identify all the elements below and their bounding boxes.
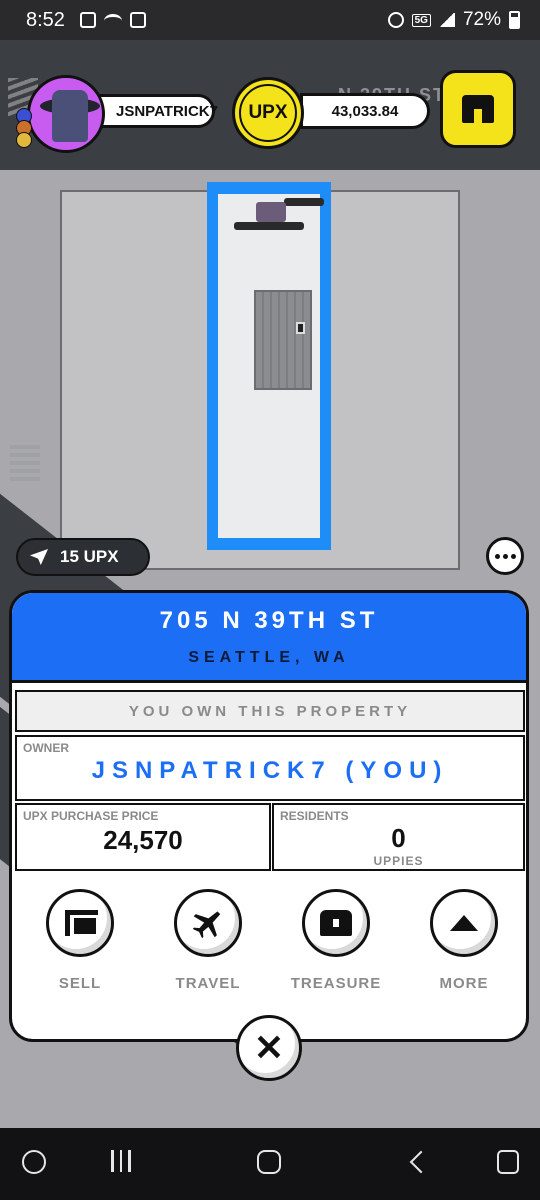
avatar-figure [52, 90, 88, 142]
upx-coin-label: UPX [239, 84, 297, 142]
dot-icon [494, 553, 500, 559]
recents-button[interactable] [108, 1150, 134, 1176]
upx-balance: 43,033.84 [331, 102, 399, 120]
assistant-icon[interactable] [497, 1150, 519, 1174]
gallery-icon [80, 12, 96, 28]
property-actions: SELL TRAVEL TREASURE MORE [12, 889, 526, 999]
travel-fee-value: 15 UPX [60, 547, 119, 566]
travel-fee-pill[interactable]: 15 UPX [16, 538, 150, 576]
dot-icon [510, 553, 516, 559]
parcel-decoration [256, 202, 286, 222]
travel-button[interactable]: TRAVEL [158, 889, 258, 992]
airplane-icon [187, 902, 229, 944]
signal-icon [438, 13, 455, 27]
residents-section: RESIDENTS 0 UPPIES [272, 803, 525, 871]
wifi-icon [104, 14, 122, 28]
more-button[interactable]: MORE [414, 889, 514, 992]
more-label: MORE [439, 975, 489, 992]
status-system: 5G 72% [387, 9, 520, 31]
close-icon: ✕ [253, 1027, 285, 1068]
badge-icon [16, 132, 32, 148]
travel-label: TRAVEL [175, 975, 241, 992]
property-header: 705 N 39TH ST SEATTLE, WA [12, 593, 526, 683]
parcel-decoration [284, 198, 324, 206]
shop-button[interactable] [440, 70, 516, 148]
property-city: SEATTLE, WA [188, 649, 350, 666]
sell-icon-circle[interactable] [46, 889, 114, 957]
treasure-chest-icon [320, 910, 352, 936]
more-icon-circle[interactable] [430, 889, 498, 957]
treasure-button[interactable]: TREASURE [286, 889, 386, 992]
selected-property-parcel[interactable] [207, 182, 331, 550]
purchase-price-label: UPX PURCHASE PRICE [23, 809, 159, 823]
game-launcher-icon[interactable] [22, 1150, 46, 1174]
owner-section: OWNER JSNPATRICK7 (YOU) [15, 735, 525, 801]
recents-line [119, 1150, 123, 1172]
parcel-decoration [234, 222, 304, 230]
parcel-interior [218, 194, 324, 538]
building-structure [254, 290, 312, 390]
status-notifications [80, 12, 146, 28]
send-icon [30, 549, 48, 565]
crosswalk [10, 445, 40, 485]
upx-coin-button[interactable]: UPX [232, 77, 304, 149]
recents-line [111, 1150, 114, 1172]
treasure-label: TREASURE [290, 975, 382, 992]
ownership-status: YOU OWN THIS PROPERTY [15, 690, 525, 732]
dot-icon [502, 553, 508, 559]
purchase-price-value: 24,570 [103, 825, 183, 855]
alarm-icon [387, 12, 404, 28]
voicemail-icon [130, 12, 146, 28]
recents-line [128, 1150, 131, 1172]
owner-label: OWNER [23, 741, 69, 755]
owner-name[interactable]: JSNPATRICK7 (YOU) [17, 757, 523, 785]
close-button[interactable]: ✕ [236, 1015, 302, 1081]
sell-button[interactable]: SELL [30, 889, 130, 992]
triangle-up-icon [450, 915, 478, 931]
building-door [296, 322, 305, 334]
travel-icon-circle[interactable] [174, 889, 242, 957]
residents-label: RESIDENTS [280, 809, 349, 823]
back-button[interactable] [409, 1150, 433, 1174]
more-options-button[interactable] [486, 537, 524, 575]
upx-balance-pill[interactable]: 43,033.84 [300, 93, 430, 129]
status-time: 8:52 [26, 9, 65, 31]
residents-unit: UPPIES [373, 854, 424, 868]
battery-percent: 72% [462, 9, 501, 30]
purchase-price-section: UPX PURCHASE PRICE 24,570 [15, 803, 271, 871]
storefront-icon [462, 95, 494, 123]
status-bar: 8:52 5G 72% [0, 0, 540, 40]
network-type: 5G [411, 13, 431, 27]
battery-icon [509, 11, 520, 29]
property-address: 705 N 39TH ST [159, 607, 379, 634]
level-badges [16, 108, 38, 148]
treasure-icon-circle[interactable] [302, 889, 370, 957]
sell-label: SELL [58, 975, 102, 992]
property-card: 705 N 39TH ST SEATTLE, WA YOU OWN THIS P… [9, 590, 529, 1042]
home-button[interactable] [257, 1150, 281, 1174]
sell-sign-icon [65, 910, 98, 936]
avatar[interactable] [27, 75, 105, 153]
residents-count: 0 [391, 823, 406, 853]
username-pill[interactable]: JSNPATRICK7 [95, 94, 218, 128]
navigation-bar [0, 1128, 540, 1200]
username: JSNPATRICK7 [116, 102, 218, 120]
